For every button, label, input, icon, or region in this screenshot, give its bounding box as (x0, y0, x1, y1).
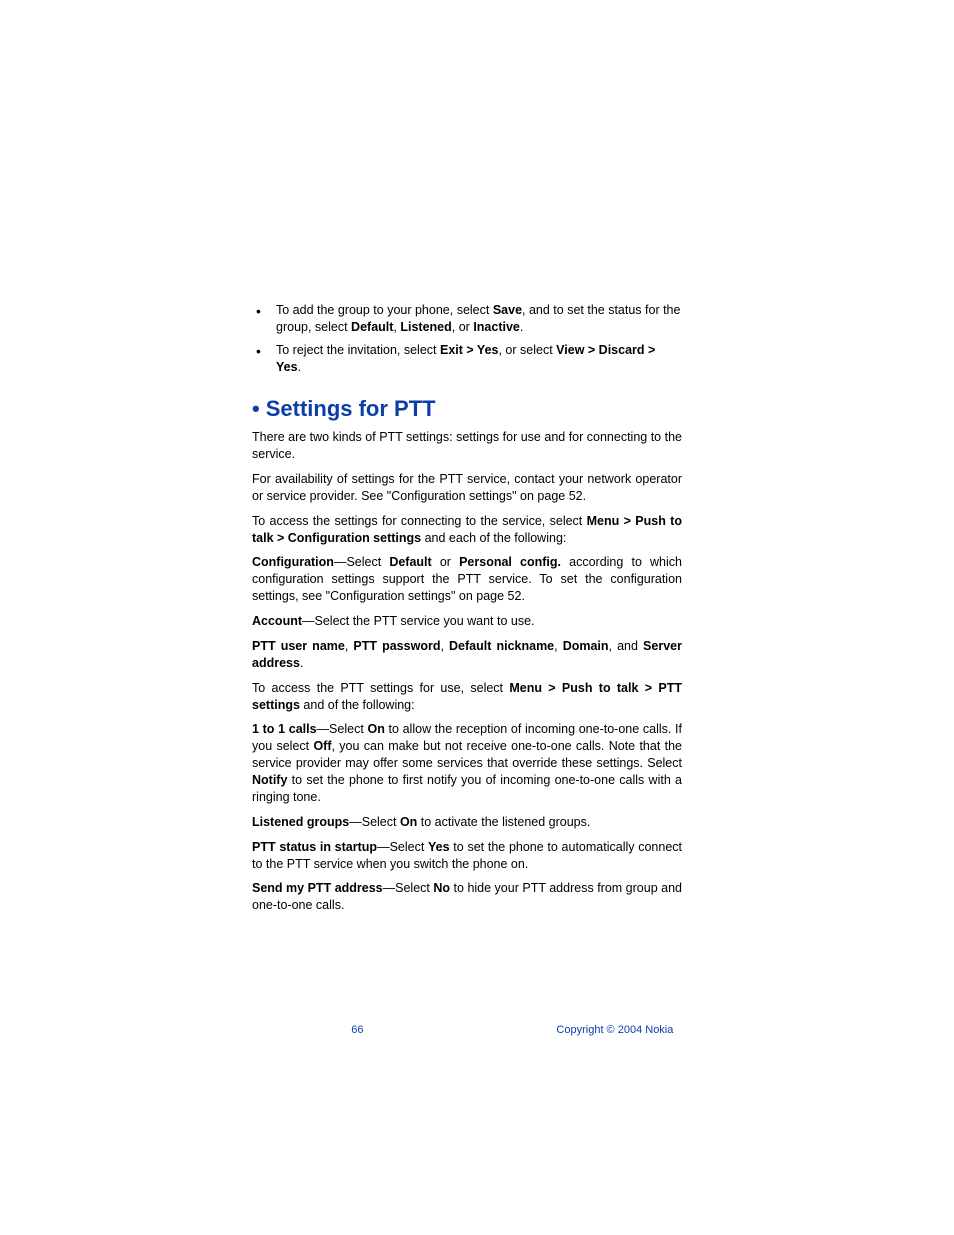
page-footer: 66Copyright © 2004 Nokia (252, 1023, 682, 1038)
bold: On (400, 815, 417, 829)
bold: Account (252, 614, 302, 628)
text: . (300, 656, 303, 670)
bold: Default (351, 320, 393, 334)
bold: Listened groups (252, 815, 349, 829)
paragraph: Account—Select the PTT service you want … (252, 613, 682, 630)
text: To reject the invitation, select (276, 343, 440, 357)
page-content: To add the group to your phone, select S… (252, 302, 682, 922)
bold: Send my PTT address (252, 881, 383, 895)
bold: On (367, 722, 384, 736)
bold: Listened (400, 320, 451, 334)
text: To access the PTT settings for use, sele… (252, 681, 509, 695)
copyright-text: Copyright © 2004 Nokia (463, 1023, 674, 1038)
bold: Domain (563, 639, 609, 653)
text: to activate the listened groups. (417, 815, 590, 829)
page-number: 66 (252, 1023, 463, 1038)
text: —Select (377, 840, 428, 854)
bold: Off (313, 739, 331, 753)
text: . (298, 360, 301, 374)
paragraph: To access the PTT settings for use, sele… (252, 680, 682, 714)
bold: Configuration (252, 555, 334, 569)
bold: No (433, 881, 450, 895)
bold: 1 to 1 calls (252, 722, 317, 736)
bullet-item-1: To add the group to your phone, select S… (252, 302, 682, 336)
paragraph: There are two kinds of PTT settings: set… (252, 429, 682, 463)
paragraph: PTT user name, PTT password, Default nic… (252, 638, 682, 672)
paragraph: Listened groups—Select On to activate th… (252, 814, 682, 831)
text: and each of the following: (421, 531, 566, 545)
text: To access the settings for connecting to… (252, 514, 587, 528)
section-heading: •Settings for PTT (252, 394, 682, 424)
text: and of the following: (300, 698, 415, 712)
text: —Select (317, 722, 368, 736)
text: —Select (334, 555, 389, 569)
bold: Save (493, 303, 522, 317)
text: . (520, 320, 523, 334)
bold: Exit > Yes (440, 343, 499, 357)
text: or (432, 555, 459, 569)
paragraph: To access the settings for connecting to… (252, 513, 682, 547)
text: , or (452, 320, 474, 334)
text: , (440, 639, 449, 653)
heading-text: Settings for PTT (266, 396, 436, 421)
paragraph: PTT status in startup—Select Yes to set … (252, 839, 682, 873)
bold: Default nickname (449, 639, 554, 653)
text: , and (609, 639, 644, 653)
bold: Personal config. (459, 555, 561, 569)
bold: Default (389, 555, 431, 569)
text: to set the phone to first notify you of … (252, 773, 682, 804)
paragraph: For availability of settings for the PTT… (252, 471, 682, 505)
paragraph: Send my PTT address—Select No to hide yo… (252, 880, 682, 914)
bullet-list: To add the group to your phone, select S… (252, 302, 682, 376)
bold: PTT password (353, 639, 440, 653)
paragraph: Configuration—Select Default or Personal… (252, 554, 682, 605)
text: —Select (349, 815, 400, 829)
bold: Notify (252, 773, 287, 787)
text: To add the group to your phone, select (276, 303, 493, 317)
text: —Select (383, 881, 434, 895)
heading-bullet-icon: • (252, 396, 260, 421)
bold: PTT user name (252, 639, 345, 653)
text: —Select the PTT service you want to use. (302, 614, 535, 628)
bullet-item-2: To reject the invitation, select Exit > … (252, 342, 682, 376)
text: , (554, 639, 563, 653)
text: , or select (498, 343, 556, 357)
bold: Yes (428, 840, 450, 854)
paragraph: 1 to 1 calls—Select On to allow the rece… (252, 721, 682, 805)
bold: Inactive (473, 320, 520, 334)
bold: PTT status in startup (252, 840, 377, 854)
